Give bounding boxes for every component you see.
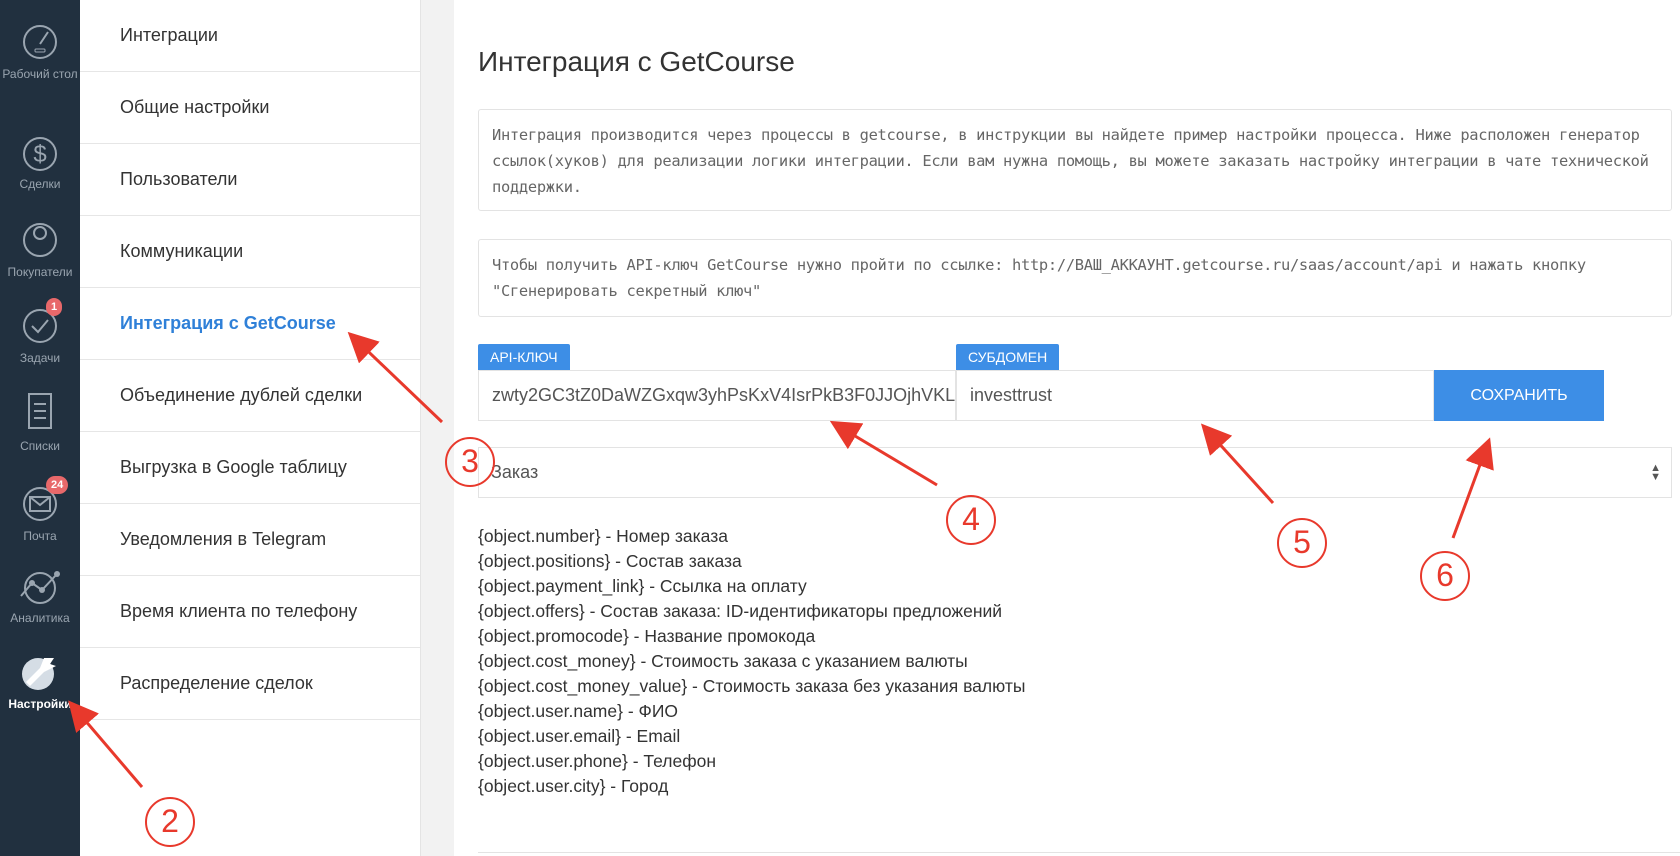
annotation-4: 4 — [946, 495, 996, 545]
menu-getcourse[interactable]: Интеграция с GetCourse — [80, 288, 420, 360]
nav-label: Сделки — [19, 177, 61, 191]
list-item: {object.offers} - Состав заказа: ID-иден… — [478, 601, 1003, 621]
list-item: {object.payment_link} - Ссылка на оплату — [478, 576, 807, 596]
settings-menu: Интеграции Общие настройки Пользователи … — [80, 0, 421, 856]
nav-mail[interactable]: 24 Почта — [0, 476, 80, 544]
menu-integrations[interactable]: Интеграции — [80, 0, 420, 72]
nav-label: Настройки — [8, 697, 72, 711]
nav-customers[interactable]: Покупатели — [0, 216, 80, 280]
nav-label: Рабочий стол — [2, 67, 78, 81]
main-sidebar: Рабочий стол $ Сделки Покупатели 1 Задач… — [0, 0, 80, 856]
lists-icon — [28, 393, 52, 429]
nav-tasks[interactable]: 1 Задачи — [0, 298, 80, 366]
api-key-label: API-КЛЮЧ — [478, 344, 570, 370]
analytics-icon — [20, 571, 60, 604]
menu-communications[interactable]: Коммуникации — [80, 216, 420, 288]
nav-label: Покупатели — [7, 265, 73, 279]
list-item: {object.positions} - Состав заказа — [478, 551, 742, 571]
nav-label: Списки — [20, 439, 60, 453]
nav-label: Почта — [23, 529, 57, 543]
nav-dashboard[interactable]: Рабочий стол — [0, 22, 80, 82]
menu-telegram[interactable]: Уведомления в Telegram — [80, 504, 420, 576]
nav-label: Аналитика — [10, 611, 70, 625]
menu-client-time[interactable]: Время клиента по телефону — [80, 576, 420, 648]
nav-label: Задачи — [19, 351, 61, 365]
list-item: {object.promocode} - Название промокода — [478, 626, 816, 646]
save-button[interactable]: СОХРАНИТЬ — [1434, 370, 1604, 421]
menu-deal-distribution[interactable]: Распределение сделок — [80, 648, 420, 720]
page-title: Интеграция с GetCourse — [478, 46, 795, 77]
variables-list: {object.number} - Номер заказа {object.p… — [478, 524, 1025, 799]
subdomain-input[interactable]: investtrust — [956, 370, 1434, 421]
dashboard-icon — [23, 25, 57, 59]
nav-deals[interactable]: $ Сделки — [0, 128, 80, 192]
menu-merge-duplicates[interactable]: Объединение дублей сделки — [80, 360, 420, 432]
info-box: Интеграция производится через процессы в… — [478, 109, 1672, 211]
wrench-icon — [22, 658, 56, 690]
menu-google-export[interactable]: Выгрузка в Google таблицу — [80, 432, 420, 504]
main-content: Интеграция с GetCourse Интеграция произв… — [454, 0, 1680, 856]
divider — [478, 852, 1680, 853]
select-arrows-icon: ▲ ▼ — [1650, 462, 1661, 483]
list-item: {object.user.city} - Город — [478, 776, 669, 796]
annotation-5: 5 — [1277, 518, 1327, 568]
list-item: {object.user.phone} - Телефон — [478, 751, 717, 771]
customers-icon — [23, 223, 57, 257]
list-item: {object.number} - Номер заказа — [478, 526, 728, 546]
nav-analytics[interactable]: Аналитика — [0, 566, 80, 626]
list-item: {object.cost_money_value} - Стоимость за… — [478, 676, 1026, 696]
api-key-input[interactable]: zwty2GC3tZ0DaWZGxqw3yhPsKxV4IsrPkB3F0JJO… — [478, 370, 956, 421]
subdomain-label: СУБДОМЕН — [956, 344, 1060, 370]
dollar-icon: $ — [23, 137, 57, 171]
mail-badge: 24 — [46, 476, 69, 494]
annotation-6: 6 — [1420, 551, 1470, 601]
tasks-badge: 1 — [46, 298, 63, 316]
nav-settings[interactable]: Настройки — [0, 652, 80, 712]
svg-text:$: $ — [33, 141, 46, 168]
menu-users[interactable]: Пользователи — [80, 144, 420, 216]
list-item: {object.user.name} - ФИО — [478, 701, 679, 721]
divider — [421, 0, 454, 856]
menu-general[interactable]: Общие настройки — [80, 72, 420, 144]
object-type-select[interactable]: Заказ ▲ ▼ — [478, 447, 1672, 498]
nav-lists[interactable]: Списки — [0, 390, 80, 454]
list-item: {object.user.email} - Email — [478, 726, 681, 746]
list-item: {object.cost_money} - Стоимость заказа с… — [478, 651, 968, 671]
select-value: Заказ — [491, 462, 539, 482]
api-instructions: Чтобы получить API-ключ GetCourse нужно … — [478, 239, 1672, 317]
annotation-3: 3 — [445, 437, 495, 487]
annotation-2: 2 — [145, 797, 195, 847]
